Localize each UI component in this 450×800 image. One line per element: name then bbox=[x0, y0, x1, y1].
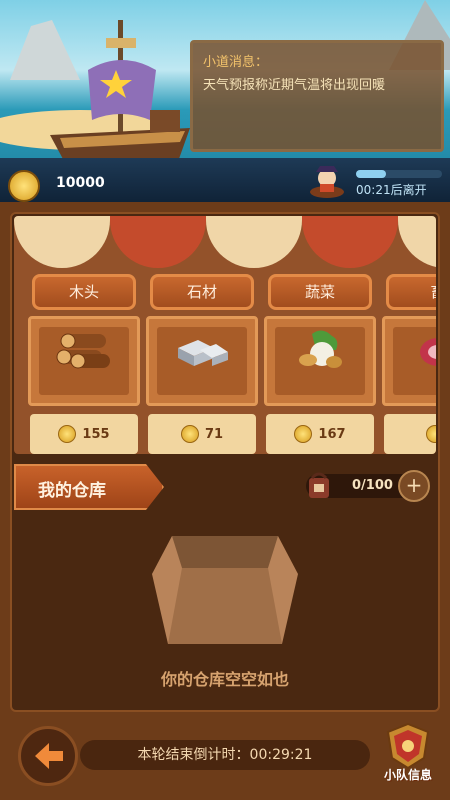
back-arrow-icon bbox=[35, 743, 63, 769]
shop-item-stone[interactable]: 石材 71 bbox=[146, 274, 258, 454]
news-panel: 小道消息： 天气预报称近期气温将出现回暖 bbox=[190, 40, 444, 152]
back-button[interactable] bbox=[18, 726, 78, 786]
warehouse-title-banner: 我的仓库 bbox=[14, 464, 164, 510]
item-price: 155 bbox=[30, 414, 138, 454]
shop-item-livestock[interactable]: 畜 bbox=[382, 274, 436, 454]
empty-warehouse-text: 你的仓库空空如也 bbox=[160, 670, 289, 689]
pirate-ship-icon bbox=[50, 20, 190, 172]
team-info-button[interactable]: 小队信息 bbox=[372, 722, 444, 798]
capacity-value: 0/100 bbox=[352, 478, 393, 493]
shop-item-wood[interactable]: 木头 155 bbox=[28, 274, 140, 454]
departure-progress-bar bbox=[356, 170, 442, 178]
coin-icon bbox=[180, 425, 199, 443]
coin-icon bbox=[426, 425, 436, 443]
warehouse-title: 我的仓库 bbox=[38, 481, 106, 501]
wood-logs-icon bbox=[56, 333, 110, 369]
departure-progress-fill bbox=[356, 170, 387, 178]
shop-item-vegetables[interactable]: 蔬菜 167 bbox=[264, 274, 376, 454]
gold-amount: 10000 bbox=[56, 175, 105, 191]
stone-icon bbox=[178, 340, 228, 366]
gold-coin-icon bbox=[8, 170, 40, 202]
item-name: 畜 bbox=[386, 274, 436, 310]
departure-timer: 00:21后离开 bbox=[356, 183, 427, 197]
item-name: 石材 bbox=[150, 274, 254, 310]
item-price: 71 bbox=[148, 414, 256, 454]
captain-avatar-icon[interactable] bbox=[308, 162, 346, 200]
shop-panel: 木头 155 石材 71 蔬菜 167 bbox=[14, 216, 436, 454]
item-price-value: 167 bbox=[318, 426, 346, 442]
team-info-label: 小队信息 bbox=[383, 768, 432, 782]
storage-bag-icon bbox=[309, 472, 329, 498]
item-price-value: 71 bbox=[204, 426, 224, 442]
item-name: 木头 bbox=[32, 274, 136, 310]
expand-warehouse-button[interactable]: + bbox=[398, 470, 430, 502]
news-text: 天气预报称近期气温将出现回暖 bbox=[203, 78, 386, 93]
item-price-value: 155 bbox=[82, 426, 110, 442]
item-price: 167 bbox=[266, 414, 374, 454]
coin-icon bbox=[58, 425, 77, 443]
meat-icon bbox=[420, 338, 436, 366]
team-shield-icon bbox=[386, 722, 430, 770]
item-price bbox=[384, 414, 436, 454]
empty-crate-icon bbox=[152, 536, 298, 644]
awning bbox=[14, 216, 436, 268]
coin-icon bbox=[294, 425, 313, 443]
item-name: 蔬菜 bbox=[268, 274, 372, 310]
vegetables-icon bbox=[299, 330, 342, 368]
round-countdown: 本轮结束倒计时：00:29:21 bbox=[80, 740, 370, 770]
news-title: 小道消息： bbox=[203, 55, 269, 70]
